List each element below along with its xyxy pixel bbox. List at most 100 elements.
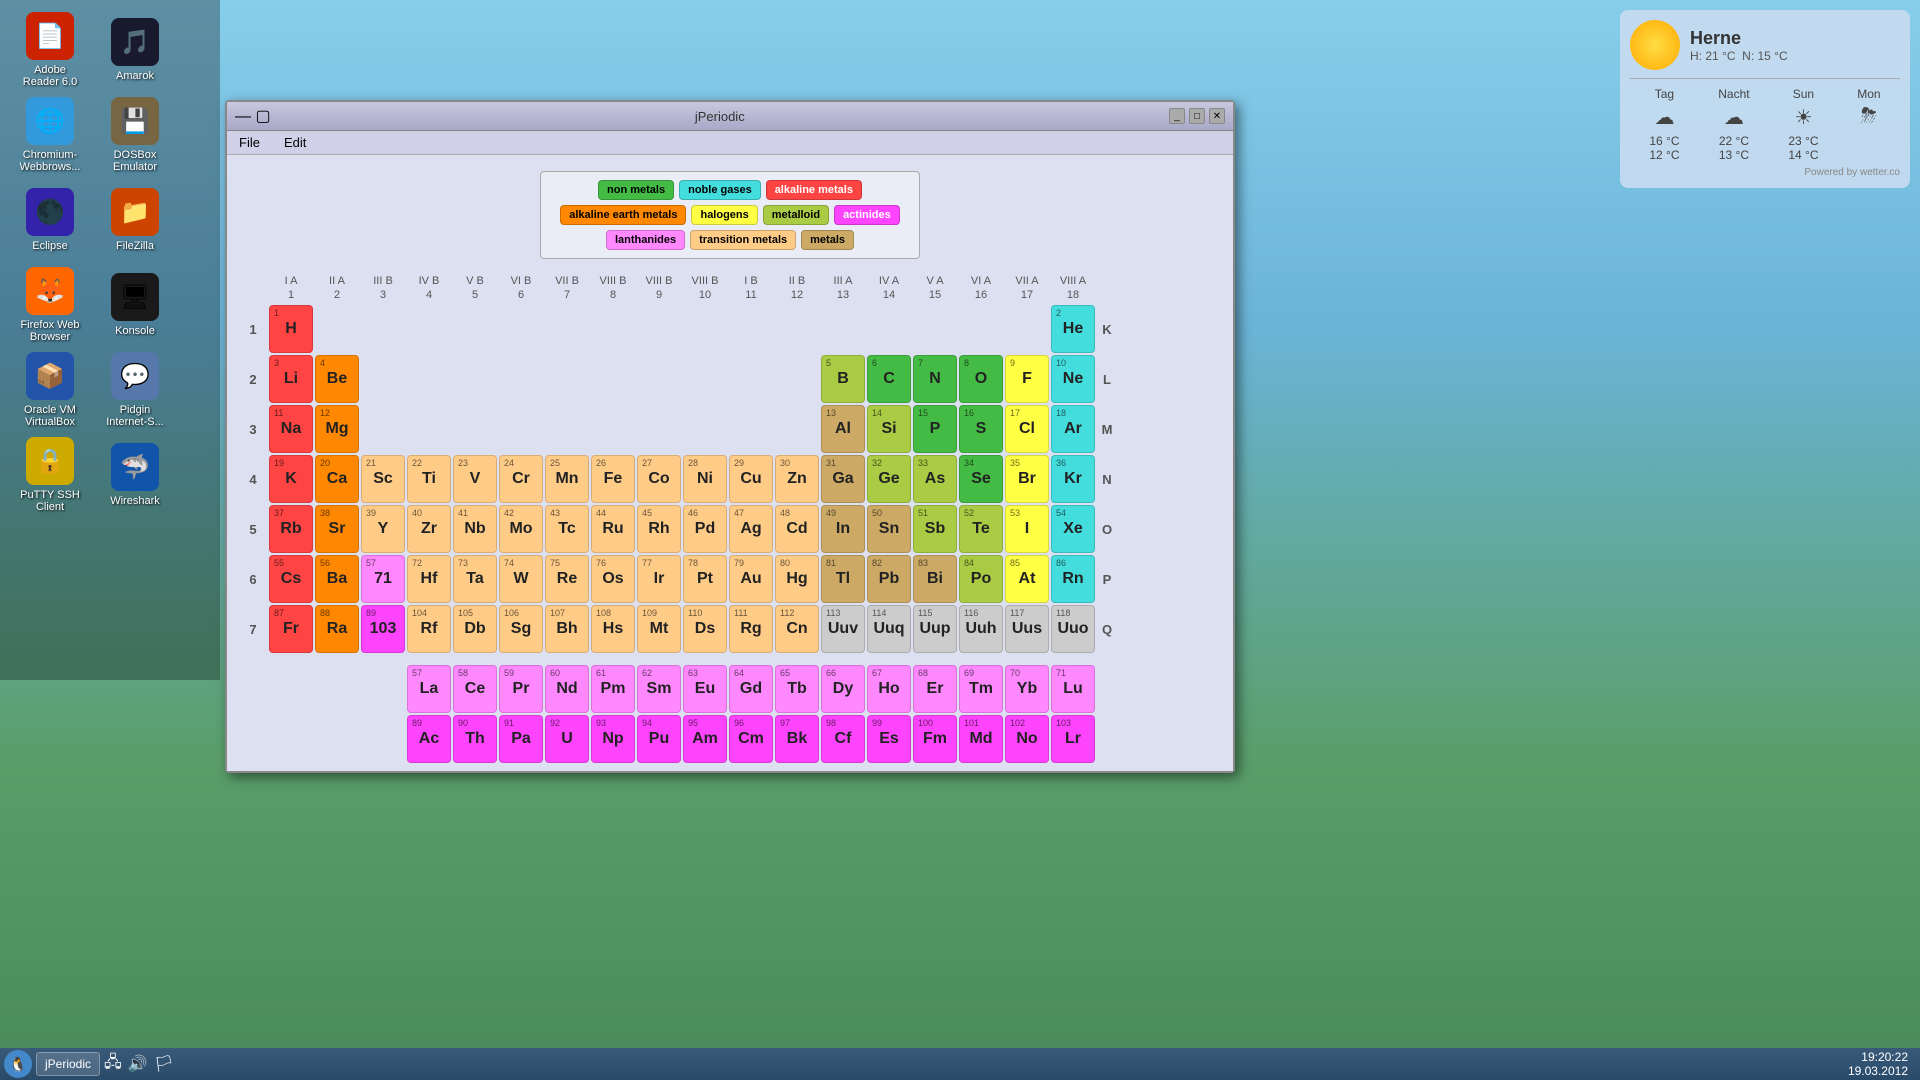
element-Cl[interactable]: 17Cl — [1005, 405, 1049, 453]
element-Rh[interactable]: 45Rh — [637, 505, 681, 553]
element-Tm[interactable]: 69Tm — [959, 665, 1003, 713]
element-Co[interactable]: 27Co — [637, 455, 681, 503]
desktop-icon-filezilla[interactable]: 📁 FileZilla — [95, 180, 175, 260]
element-Ds[interactable]: 110Ds — [683, 605, 727, 653]
menu-edit[interactable]: Edit — [280, 133, 310, 152]
element-Uuq[interactable]: 114Uuq — [867, 605, 911, 653]
element-Bk[interactable]: 97Bk — [775, 715, 819, 763]
element-Sr[interactable]: 38Sr — [315, 505, 359, 553]
element-Ga[interactable]: 31Ga — [821, 455, 865, 503]
element-Ta[interactable]: 73Ta — [453, 555, 497, 603]
element-Mo[interactable]: 42Mo — [499, 505, 543, 553]
element-Es[interactable]: 99Es — [867, 715, 911, 763]
legend-lanthanides[interactable]: lanthanides — [606, 230, 685, 250]
element-Re[interactable]: 75Re — [545, 555, 589, 603]
element-Ac[interactable]: 89Ac — [407, 715, 451, 763]
desktop-icon-firefox[interactable]: 🦊 Firefox WebBrowser — [10, 265, 90, 345]
element-Lr[interactable]: 103Lr — [1051, 715, 1095, 763]
element-Cu[interactable]: 29Cu — [729, 455, 773, 503]
taskbar-jperiodic-button[interactable]: jPeriodic — [36, 1052, 100, 1076]
element-Tl[interactable]: 81Tl — [821, 555, 865, 603]
element-Au[interactable]: 79Au — [729, 555, 773, 603]
element-Mg[interactable]: 12Mg — [315, 405, 359, 453]
element-V[interactable]: 23V — [453, 455, 497, 503]
element-Hg[interactable]: 80Hg — [775, 555, 819, 603]
element-H[interactable]: 1H — [269, 305, 313, 353]
desktop-icon-amarok[interactable]: 🎵 Amarok — [95, 10, 175, 90]
element-Th[interactable]: 90Th — [453, 715, 497, 763]
element-Po[interactable]: 84Po — [959, 555, 1003, 603]
element-P[interactable]: 15P — [913, 405, 957, 453]
element-Si[interactable]: 14Si — [867, 405, 911, 453]
element-Db[interactable]: 105Db — [453, 605, 497, 653]
element-Pb[interactable]: 82Pb — [867, 555, 911, 603]
element-Ce[interactable]: 58Ce — [453, 665, 497, 713]
element-Rb[interactable]: 37Rb — [269, 505, 313, 553]
legend-transition-metals[interactable]: transition metals — [690, 230, 796, 250]
element-Na[interactable]: 11Na — [269, 405, 313, 453]
menu-file[interactable]: File — [235, 133, 264, 152]
element-Sm[interactable]: 62Sm — [637, 665, 681, 713]
element-Sg[interactable]: 106Sg — [499, 605, 543, 653]
element-Yb[interactable]: 70Yb — [1005, 665, 1049, 713]
window-maximize-button[interactable]: □ — [1189, 108, 1205, 124]
element-Rn[interactable]: 86Rn — [1051, 555, 1095, 603]
element-Zn[interactable]: 30Zn — [775, 455, 819, 503]
element-S[interactable]: 16S — [959, 405, 1003, 453]
element-Fr[interactable]: 87Fr — [269, 605, 313, 653]
element-B[interactable]: 5B — [821, 355, 865, 403]
element-I[interactable]: 53I — [1005, 505, 1049, 553]
element-Br[interactable]: 35Br — [1005, 455, 1049, 503]
element-Os[interactable]: 76Os — [591, 555, 635, 603]
element-In[interactable]: 49In — [821, 505, 865, 553]
element-Rf[interactable]: 104Rf — [407, 605, 451, 653]
element-Zr[interactable]: 40Zr — [407, 505, 451, 553]
element-Cr[interactable]: 24Cr — [499, 455, 543, 503]
element-Uuo[interactable]: 118Uuo — [1051, 605, 1095, 653]
desktop-icon-oracle[interactable]: 📦 Oracle VMVirtualBox — [10, 350, 90, 430]
desktop-icon-chromium[interactable]: 🌐 Chromium-Webbrows... — [10, 95, 90, 175]
element-Ti[interactable]: 22Ti — [407, 455, 451, 503]
element-Hf[interactable]: 72Hf — [407, 555, 451, 603]
element-Pa[interactable]: 91Pa — [499, 715, 543, 763]
element-Ra[interactable]: 88Ra — [315, 605, 359, 653]
element-La[interactable]: 57La — [407, 665, 451, 713]
element-Se[interactable]: 34Se — [959, 455, 1003, 503]
element-Fm[interactable]: 100Fm — [913, 715, 957, 763]
element-Bi[interactable]: 83Bi — [913, 555, 957, 603]
element-Nd[interactable]: 60Nd — [545, 665, 589, 713]
element-Li[interactable]: 3Li — [269, 355, 313, 403]
element-Pm[interactable]: 61Pm — [591, 665, 635, 713]
legend-alkaline-metals[interactable]: alkaline metals — [766, 180, 862, 200]
element-Lu[interactable]: 71Lu — [1051, 665, 1095, 713]
element-Md[interactable]: 101Md — [959, 715, 1003, 763]
element-Xe[interactable]: 54Xe — [1051, 505, 1095, 553]
legend-nonmetals[interactable]: non metals — [598, 180, 674, 200]
element-Be[interactable]: 4Be — [315, 355, 359, 403]
element-Cm[interactable]: 96Cm — [729, 715, 773, 763]
element-Er[interactable]: 68Er — [913, 665, 957, 713]
element-Ba[interactable]: 56Ba — [315, 555, 359, 603]
element-Bh[interactable]: 107Bh — [545, 605, 589, 653]
desktop-icon-dosbox[interactable]: 💾 DOSBoxEmulator — [95, 95, 175, 175]
element-Uuv[interactable]: 113Uuv — [821, 605, 865, 653]
desktop-icon-eclipse[interactable]: 🌑 Eclipse — [10, 180, 90, 260]
element-Tc[interactable]: 43Tc — [545, 505, 589, 553]
taskbar-start-button[interactable]: 🐧 — [4, 1050, 32, 1078]
element-Pd[interactable]: 46Pd — [683, 505, 727, 553]
element-Nb[interactable]: 41Nb — [453, 505, 497, 553]
legend-noble-gases[interactable]: noble gases — [679, 180, 761, 200]
legend-alkaline-earth-metals[interactable]: alkaline earth metals — [560, 205, 686, 225]
element-103[interactable]: 89103 — [361, 605, 405, 653]
element-Pt[interactable]: 78Pt — [683, 555, 727, 603]
element-Ru[interactable]: 44Ru — [591, 505, 635, 553]
element-As[interactable]: 33As — [913, 455, 957, 503]
element-Uus[interactable]: 117Uus — [1005, 605, 1049, 653]
element-Uuh[interactable]: 116Uuh — [959, 605, 1003, 653]
desktop-icon-konsole[interactable]: 🖥 Konsole — [95, 265, 175, 345]
element-Am[interactable]: 95Am — [683, 715, 727, 763]
element-Ne[interactable]: 10Ne — [1051, 355, 1095, 403]
element-Tb[interactable]: 65Tb — [775, 665, 819, 713]
element-Al[interactable]: 13Al — [821, 405, 865, 453]
element-Pr[interactable]: 59Pr — [499, 665, 543, 713]
